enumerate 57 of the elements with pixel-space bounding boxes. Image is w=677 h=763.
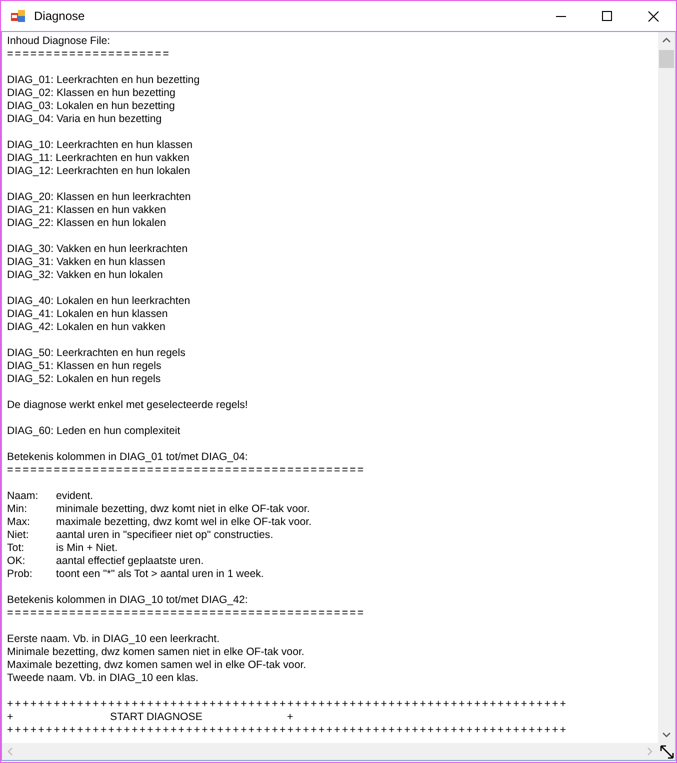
text-line: De diagnose werkt enkel met geselecteerde regels!: [7, 399, 248, 412]
text-line: Betekenis kolommen in DIAG_10 tot/met DIAG_42:: [7, 594, 248, 607]
text-line: DIAG_02: Klassen en hun bezetting: [7, 87, 176, 100]
text-line: DIAG_40: Lokalen en hun leerkrachten: [7, 295, 190, 308]
text-line: DIAG_52: Lokalen en hun regels: [7, 373, 161, 386]
column-name: Niet:: [7, 529, 30, 542]
text-line: Eerste naam. Vb. in DIAG_10 een leerkracht.: [7, 633, 220, 646]
column-name: Tot:: [7, 542, 26, 555]
scroll-thumb[interactable]: [659, 50, 674, 68]
banner-edge: +: [7, 711, 14, 724]
text-line: DIAG_10: Leerkrachten en hun klassen: [7, 139, 193, 152]
separator-line: ==============================================: [7, 607, 366, 620]
banner-border: ++++++++++++++++++++++++++++++++++++++++++++++++++++++++++++++++++++++++: [7, 724, 568, 737]
column-name: Min:: [7, 503, 28, 516]
column-description: maximale bezetting, dwz komt wel in elke OF-tak voor.: [56, 516, 312, 529]
text-line: DIAG_60: Leden en hun complexiteit: [7, 425, 180, 438]
banner-border: ++++++++++++++++++++++++++++++++++++++++++++++++++++++++++++++++++++++++: [7, 698, 568, 711]
column-description: evident.: [56, 490, 94, 503]
column-description: toont een "*" als Tot > aantal uren in 1 week.: [56, 568, 264, 581]
text-line: DIAG_04: Varia en hun bezetting: [7, 113, 162, 126]
vertical-scrollbar[interactable]: [658, 32, 675, 743]
separator-line: ==============================================: [7, 464, 366, 477]
resize-grip-icon[interactable]: [659, 744, 675, 760]
text-line: DIAG_41: Lokalen en hun klassen: [7, 308, 168, 321]
text-line: Tweede naam. Vb. in DIAG_10 een klas.: [7, 672, 198, 685]
column-name: OK:: [7, 555, 26, 568]
banner-title: START DIAGNOSE: [110, 711, 202, 724]
separator-line: =====================: [7, 48, 171, 61]
text-line: Inhoud Diagnose File:: [7, 35, 110, 48]
banner-edge: +: [287, 711, 294, 724]
text-line: Minimale bezetting, dwz komen samen niet in elke OF-tak voor.: [7, 646, 304, 659]
text-line: DIAG_50: Leerkrachten en hun regels: [7, 347, 186, 360]
column-name: Max:: [7, 516, 31, 529]
text-line: Betekenis kolommen in DIAG_01 tot/met DIAG_04:: [7, 451, 248, 464]
text-line: DIAG_42: Lokalen en hun vakken: [7, 321, 166, 334]
text-line: DIAG_51: Klassen en hun regels: [7, 360, 162, 373]
column-description: is Min + Niet.: [56, 542, 118, 555]
close-icon: [648, 10, 658, 22]
text-line: DIAG_31: Vakken en hun klassen: [7, 256, 166, 269]
text-line: DIAG_03: Lokalen en hun bezetting: [7, 100, 175, 113]
maximize-icon: [602, 11, 612, 21]
text-line: DIAG_22: Klassen en hun lokalen: [7, 217, 166, 230]
text-line: DIAG_01: Leerkrachten en hun bezetting: [7, 74, 200, 87]
text-line: Maximale bezetting, dwz komen samen wel in elke OF-tak voor.: [7, 659, 306, 672]
text-line: DIAG_30: Vakken en hun leerkrachten: [7, 243, 188, 256]
text-line: DIAG_21: Klassen en hun vakken: [7, 204, 166, 217]
text-line: DIAG_32: Vakken en hun lokalen: [7, 269, 163, 282]
text-line: DIAG_20: Klassen en hun leerkrachten: [7, 191, 191, 204]
column-description: minimale bezetting, dwz komt niet in elke OF-tak voor.: [56, 503, 310, 516]
app-icon: [10, 8, 26, 24]
column-description: aantal effectief geplaatste uren.: [56, 555, 204, 568]
column-name: Prob:: [7, 568, 34, 581]
text-line: DIAG_12: Leerkrachten en hun lokalen: [7, 165, 190, 178]
window-title: Diagnose: [34, 9, 86, 23]
text-line: DIAG_11: Leerkrachten en hun vakken: [7, 152, 190, 165]
column-name: Naam:: [7, 490, 40, 503]
column-description: aantal uren in "specifieer niet op" constructies.: [56, 529, 274, 542]
